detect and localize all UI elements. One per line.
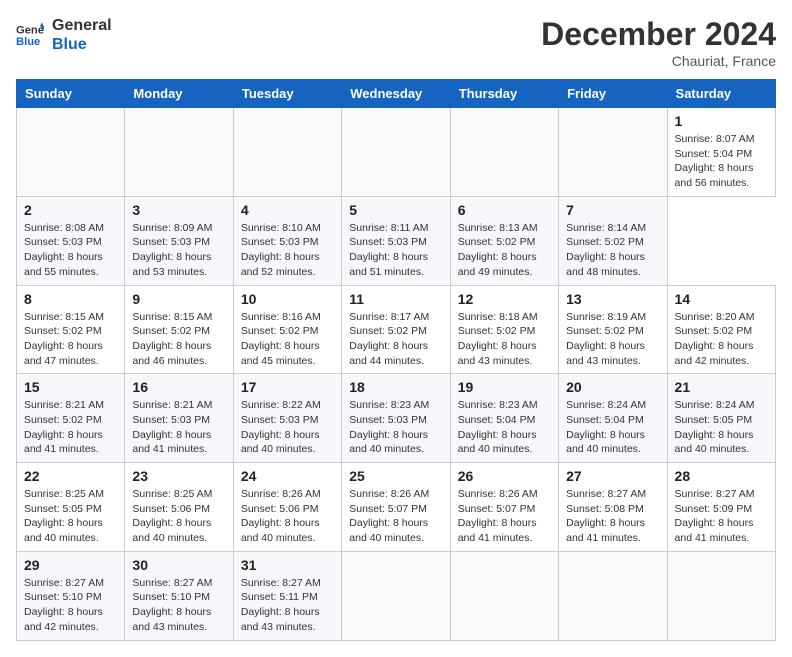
- day-cell-31: 31Sunrise: 8:27 AMSunset: 5:11 PMDayligh…: [233, 551, 341, 640]
- logo-icon: General Blue: [16, 21, 44, 49]
- day-cell-21: 21Sunrise: 8:24 AMSunset: 5:05 PMDayligh…: [667, 374, 775, 463]
- empty-cell: [342, 108, 450, 197]
- month-year: December 2024: [541, 16, 776, 53]
- logo: General Blue General Blue: [16, 16, 112, 54]
- empty-cell: [559, 108, 667, 197]
- empty-cell: [450, 108, 558, 197]
- day-cell-1: 1Sunrise: 8:07 AMSunset: 5:04 PMDaylight…: [667, 108, 775, 197]
- empty-cell: [450, 551, 558, 640]
- day-cell-20: 20Sunrise: 8:24 AMSunset: 5:04 PMDayligh…: [559, 374, 667, 463]
- days-header-row: SundayMondayTuesdayWednesdayThursdayFrid…: [17, 80, 776, 108]
- day-cell-10: 10Sunrise: 8:16 AMSunset: 5:02 PMDayligh…: [233, 285, 341, 374]
- day-cell-4: 4Sunrise: 8:10 AMSunset: 5:03 PMDaylight…: [233, 196, 341, 285]
- empty-cell: [559, 551, 667, 640]
- day-cell-12: 12Sunrise: 8:18 AMSunset: 5:02 PMDayligh…: [450, 285, 558, 374]
- day-header-thursday: Thursday: [450, 80, 558, 108]
- logo-text-line2: Blue: [52, 35, 112, 54]
- day-header-wednesday: Wednesday: [342, 80, 450, 108]
- day-cell-2: 2Sunrise: 8:08 AMSunset: 5:03 PMDaylight…: [17, 196, 125, 285]
- day-cell-25: 25Sunrise: 8:26 AMSunset: 5:07 PMDayligh…: [342, 463, 450, 552]
- empty-cell: [17, 108, 125, 197]
- day-cell-28: 28Sunrise: 8:27 AMSunset: 5:09 PMDayligh…: [667, 463, 775, 552]
- empty-cell: [125, 108, 233, 197]
- day-cell-13: 13Sunrise: 8:19 AMSunset: 5:02 PMDayligh…: [559, 285, 667, 374]
- day-cell-24: 24Sunrise: 8:26 AMSunset: 5:06 PMDayligh…: [233, 463, 341, 552]
- day-cell-6: 6Sunrise: 8:13 AMSunset: 5:02 PMDaylight…: [450, 196, 558, 285]
- day-cell-3: 3Sunrise: 8:09 AMSunset: 5:03 PMDaylight…: [125, 196, 233, 285]
- day-header-sunday: Sunday: [17, 80, 125, 108]
- day-cell-9: 9Sunrise: 8:15 AMSunset: 5:02 PMDaylight…: [125, 285, 233, 374]
- location: Chauriat, France: [541, 53, 776, 69]
- day-cell-14: 14Sunrise: 8:20 AMSunset: 5:02 PMDayligh…: [667, 285, 775, 374]
- week-row-4: 22Sunrise: 8:25 AMSunset: 5:05 PMDayligh…: [17, 463, 776, 552]
- day-header-monday: Monday: [125, 80, 233, 108]
- logo-text-line1: General: [52, 16, 112, 35]
- week-row-2: 8Sunrise: 8:15 AMSunset: 5:02 PMDaylight…: [17, 285, 776, 374]
- day-cell-27: 27Sunrise: 8:27 AMSunset: 5:08 PMDayligh…: [559, 463, 667, 552]
- day-header-saturday: Saturday: [667, 80, 775, 108]
- day-cell-22: 22Sunrise: 8:25 AMSunset: 5:05 PMDayligh…: [17, 463, 125, 552]
- svg-text:General: General: [16, 25, 44, 37]
- week-row-3: 15Sunrise: 8:21 AMSunset: 5:02 PMDayligh…: [17, 374, 776, 463]
- day-cell-11: 11Sunrise: 8:17 AMSunset: 5:02 PMDayligh…: [342, 285, 450, 374]
- week-row-0: 1Sunrise: 8:07 AMSunset: 5:04 PMDaylight…: [17, 108, 776, 197]
- day-cell-17: 17Sunrise: 8:22 AMSunset: 5:03 PMDayligh…: [233, 374, 341, 463]
- calendar-table: SundayMondayTuesdayWednesdayThursdayFrid…: [16, 79, 776, 641]
- empty-cell: [667, 551, 775, 640]
- day-cell-19: 19Sunrise: 8:23 AMSunset: 5:04 PMDayligh…: [450, 374, 558, 463]
- empty-cell: [233, 108, 341, 197]
- week-row-1: 2Sunrise: 8:08 AMSunset: 5:03 PMDaylight…: [17, 196, 776, 285]
- day-cell-7: 7Sunrise: 8:14 AMSunset: 5:02 PMDaylight…: [559, 196, 667, 285]
- week-row-5: 29Sunrise: 8:27 AMSunset: 5:10 PMDayligh…: [17, 551, 776, 640]
- day-cell-5: 5Sunrise: 8:11 AMSunset: 5:03 PMDaylight…: [342, 196, 450, 285]
- day-cell-29: 29Sunrise: 8:27 AMSunset: 5:10 PMDayligh…: [17, 551, 125, 640]
- header: General Blue General Blue December 2024 …: [16, 16, 776, 69]
- day-header-friday: Friday: [559, 80, 667, 108]
- day-cell-18: 18Sunrise: 8:23 AMSunset: 5:03 PMDayligh…: [342, 374, 450, 463]
- day-cell-8: 8Sunrise: 8:15 AMSunset: 5:02 PMDaylight…: [17, 285, 125, 374]
- empty-cell: [342, 551, 450, 640]
- title-area: December 2024 Chauriat, France: [541, 16, 776, 69]
- svg-text:Blue: Blue: [16, 36, 40, 48]
- day-cell-16: 16Sunrise: 8:21 AMSunset: 5:03 PMDayligh…: [125, 374, 233, 463]
- day-cell-30: 30Sunrise: 8:27 AMSunset: 5:10 PMDayligh…: [125, 551, 233, 640]
- day-cell-15: 15Sunrise: 8:21 AMSunset: 5:02 PMDayligh…: [17, 374, 125, 463]
- day-header-tuesday: Tuesday: [233, 80, 341, 108]
- day-cell-26: 26Sunrise: 8:26 AMSunset: 5:07 PMDayligh…: [450, 463, 558, 552]
- day-cell-23: 23Sunrise: 8:25 AMSunset: 5:06 PMDayligh…: [125, 463, 233, 552]
